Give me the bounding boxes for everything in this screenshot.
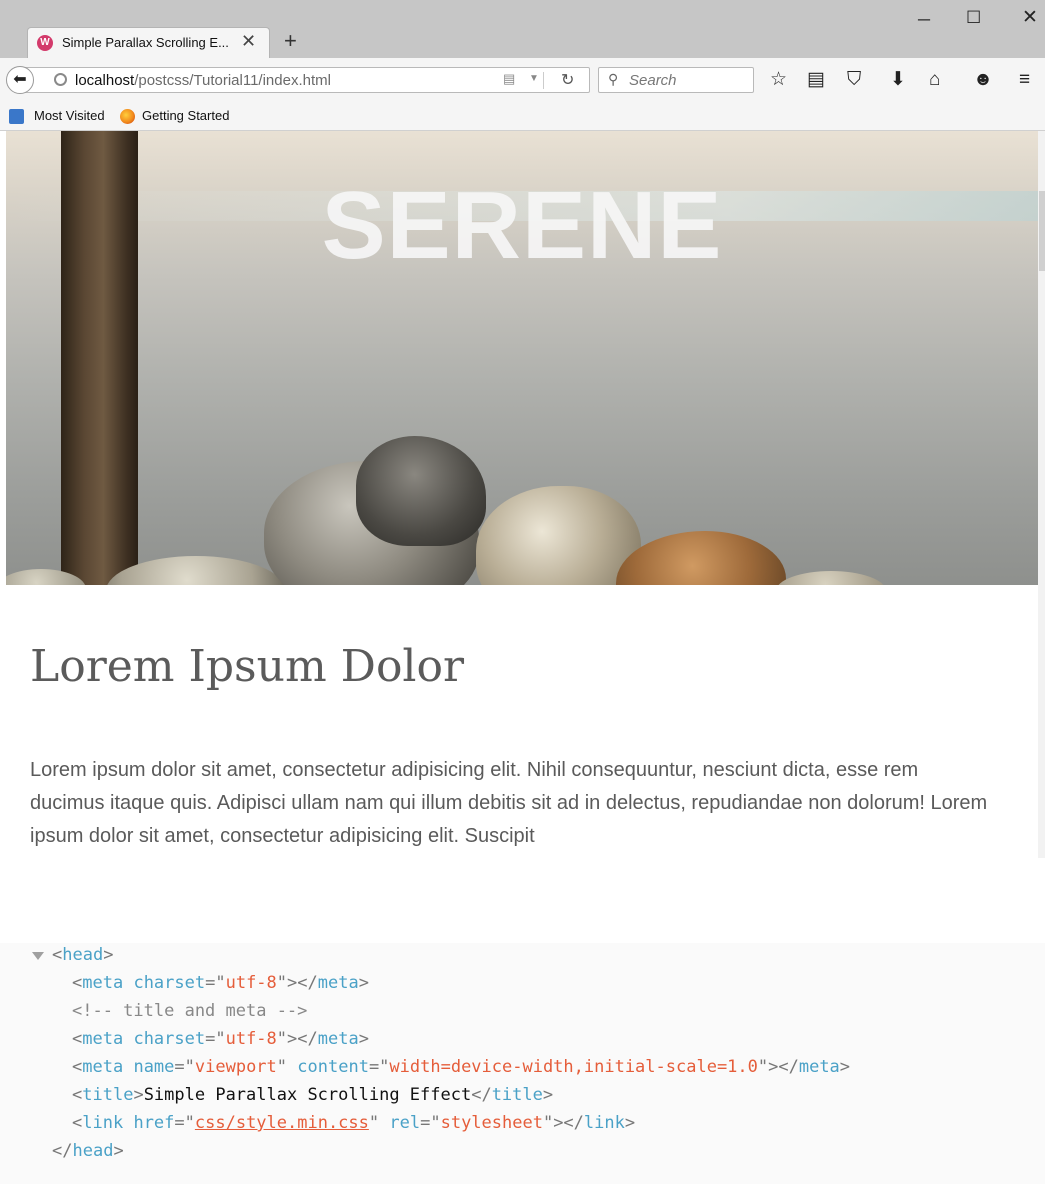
devtools-inspector: <head> <meta charset="utf-8"></meta> <!-… — [0, 943, 1045, 1184]
rock — [356, 436, 486, 546]
code-line-head-close[interactable]: </head> — [52, 1139, 124, 1163]
tab-close-icon[interactable]: ✕ — [241, 31, 256, 52]
code-line-meta-viewport[interactable]: <meta name="viewport" content="width=dev… — [72, 1055, 850, 1079]
stylesheet-link[interactable]: css/style.min.css — [195, 1113, 369, 1133]
bookmark-getting-started[interactable]: Getting Started — [142, 108, 229, 123]
new-tab-button[interactable]: + — [284, 27, 297, 55]
collapse-triangle-icon[interactable] — [32, 952, 44, 960]
back-arrow-icon: ⬅ — [13, 71, 27, 88]
bookmark-most-visited[interactable]: Most Visited — [34, 108, 105, 123]
page-heading: Lorem Ipsum Dolor — [30, 641, 465, 692]
maximize-button[interactable]: ☐ — [966, 8, 981, 28]
scroll-thumb[interactable] — [1039, 191, 1045, 271]
pocket-icon[interactable]: ⛉ — [847, 68, 861, 92]
code-line-comment[interactable]: <!-- title and meta --> — [72, 999, 307, 1023]
globe-icon — [54, 73, 67, 86]
rock — [476, 486, 641, 585]
chat-icon[interactable]: ☻ — [973, 68, 993, 92]
code-line-meta-charset-2[interactable]: <meta charset="utf-8"></meta> — [72, 1027, 369, 1051]
code-line-title[interactable]: <title>Simple Parallax Scrolling Effect<… — [72, 1083, 553, 1107]
url-host: localhost — [75, 72, 135, 89]
firefox-icon — [120, 109, 135, 124]
search-icon: ⚲ — [608, 71, 619, 87]
url-bar[interactable]: localhost/postcss/Tutorial11/index.html … — [22, 67, 590, 93]
page-paragraph: Lorem ipsum dolor sit amet, consectetur … — [30, 759, 988, 847]
download-icon[interactable]: ⬇ — [890, 68, 906, 92]
browser-window: W Simple Parallax Scrolling E... ✕ + ─ ☐… — [0, 0, 1045, 858]
code-line-meta-charset[interactable]: <meta charset="utf-8"></meta> — [72, 971, 369, 995]
tab-strip: W Simple Parallax Scrolling E... ✕ + ─ ☐… — [0, 0, 1045, 58]
hero-title: SERENE — [321, 172, 723, 279]
search-input[interactable]: ⚲ Search — [598, 67, 754, 93]
reader-view-icon[interactable]: ▤ — [503, 71, 515, 87]
bookmarks-toolbar: Most Visited Getting Started — [0, 103, 1045, 131]
navigation-toolbar: localhost/postcss/Tutorial11/index.html … — [0, 58, 1045, 103]
minimize-button[interactable]: ─ — [918, 10, 930, 30]
close-window-button[interactable]: ✕ — [1022, 6, 1038, 29]
home-icon[interactable]: ⌂ — [929, 68, 940, 92]
rock — [616, 531, 786, 585]
tab-active[interactable]: W Simple Parallax Scrolling E... ✕ — [27, 27, 270, 58]
rock — [776, 571, 886, 585]
reading-list-icon[interactable]: ▤ — [807, 68, 825, 92]
divider — [543, 72, 544, 89]
search-placeholder: Search — [629, 72, 677, 89]
vertical-scrollbar[interactable] — [1038, 131, 1045, 858]
most-visited-icon — [9, 109, 24, 124]
menu-icon[interactable]: ≡ — [1019, 68, 1030, 92]
favicon-icon: W — [37, 35, 53, 51]
url-text[interactable]: localhost/postcss/Tutorial11/index.html — [75, 72, 331, 89]
chevron-down-icon[interactable]: ▼ — [529, 73, 539, 84]
back-button[interactable]: ⬅ — [6, 66, 34, 94]
tab-title: Simple Parallax Scrolling E... — [62, 35, 229, 50]
code-line-head-open[interactable]: <head> — [52, 943, 113, 967]
star-icon[interactable]: ☆ — [770, 68, 787, 92]
code-line-link[interactable]: <link href="css/style.min.css" rel="styl… — [72, 1111, 635, 1135]
url-path: /postcss/Tutorial11/index.html — [134, 72, 331, 89]
reload-icon[interactable]: ↻ — [561, 70, 574, 90]
page-viewport: SERENE Lorem Ipsum Dolor Lorem ipsum dol… — [0, 131, 1045, 858]
hero-image: SERENE — [6, 131, 1038, 585]
